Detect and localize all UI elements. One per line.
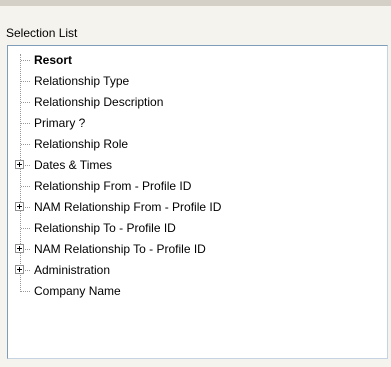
selection-list-label: Selection List: [6, 26, 78, 40]
expand-plus-icon[interactable]: [15, 202, 24, 211]
tree-item[interactable]: Company Name: [8, 281, 387, 302]
tree-branch-line: [21, 60, 30, 61]
selection-list-tree[interactable]: Resort Relationship Type Relationship Desc…: [7, 45, 388, 359]
tree-item[interactable]: NAM Relationship From - Profile ID: [8, 197, 387, 218]
tree-branch-line: [21, 291, 30, 292]
expand-plus-icon[interactable]: [15, 160, 24, 169]
selection-list-window: Selection List Resort Relationship Type Re…: [0, 0, 391, 367]
tree-item[interactable]: NAM Relationship To - Profile ID: [8, 239, 387, 260]
tree-branch-line: [21, 186, 30, 187]
tree-item[interactable]: Dates & Times: [8, 155, 387, 176]
tree-branch-line: [21, 228, 30, 229]
tree-item[interactable]: Resort: [8, 50, 387, 71]
tree-item-label: Relationship Role: [34, 137, 129, 151]
expand-plus-icon[interactable]: [15, 265, 24, 274]
tree-item-label: Relationship Type: [34, 74, 130, 88]
expand-plus-icon[interactable]: [15, 244, 24, 253]
tree-branch-line: [21, 144, 30, 145]
tree-branch-line: [21, 102, 30, 103]
tree-item[interactable]: Relationship To - Profile ID: [8, 218, 387, 239]
tree-branch-line: [21, 123, 30, 124]
tree-item[interactable]: Administration: [8, 260, 387, 281]
tree-item-label: Administration: [34, 263, 111, 277]
tree-item-label: Dates & Times: [34, 158, 113, 172]
tree-item-label: Relationship To - Profile ID: [34, 221, 176, 235]
tree-item-label: NAM Relationship From - Profile ID: [34, 200, 222, 214]
tree-item-label: Primary ?: [34, 116, 86, 130]
tree-item-label: Resort: [34, 53, 73, 67]
tree-item-label: Relationship From - Profile ID: [34, 179, 192, 193]
tree-item[interactable]: Relationship Type: [8, 71, 387, 92]
tree-item[interactable]: Relationship From - Profile ID: [8, 176, 387, 197]
tree-item[interactable]: Relationship Role: [8, 134, 387, 155]
tree-item-label: Relationship Description: [34, 95, 164, 109]
tree-items: Resort Relationship Type Relationship Desc…: [8, 50, 387, 302]
tree-item[interactable]: Primary ?: [8, 113, 387, 134]
tree-branch-line: [21, 81, 30, 82]
tree-item-label: Company Name: [34, 284, 121, 298]
tree-item[interactable]: Relationship Description: [8, 92, 387, 113]
tree-item-label: NAM Relationship To - Profile ID: [34, 242, 206, 256]
